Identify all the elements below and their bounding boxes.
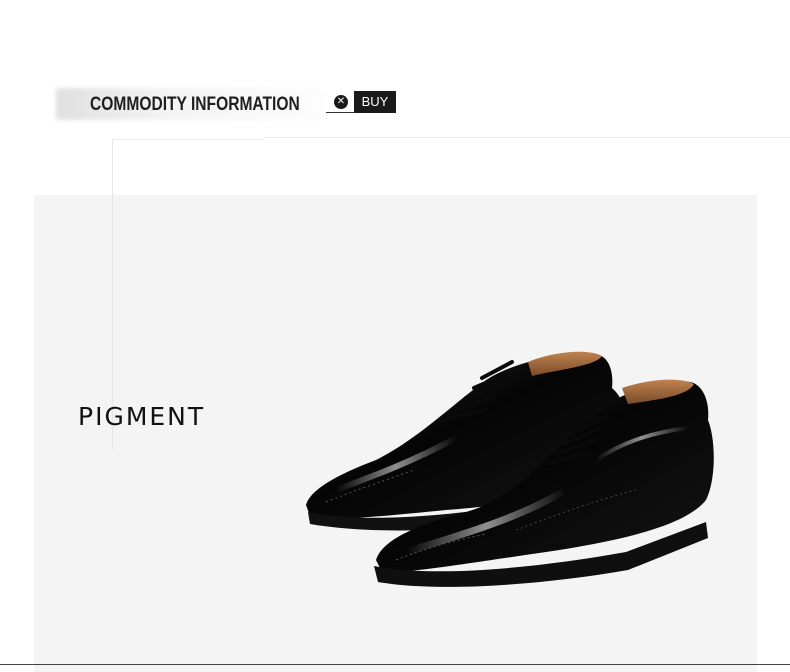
- page-bottom-divider: [0, 664, 790, 665]
- buy-link[interactable]: ✕ BUY: [326, 91, 398, 113]
- x-circle-icon: ✕: [334, 95, 348, 109]
- section-title: COMMODITY INFORMATION: [90, 94, 300, 115]
- header-divider: [264, 137, 790, 138]
- product-image-shoes: [306, 351, 714, 587]
- buy-underline: [326, 112, 354, 113]
- feature-label: PIGMENT: [78, 402, 206, 431]
- frame-line-top: [112, 139, 264, 140]
- buy-button[interactable]: BUY: [354, 91, 396, 113]
